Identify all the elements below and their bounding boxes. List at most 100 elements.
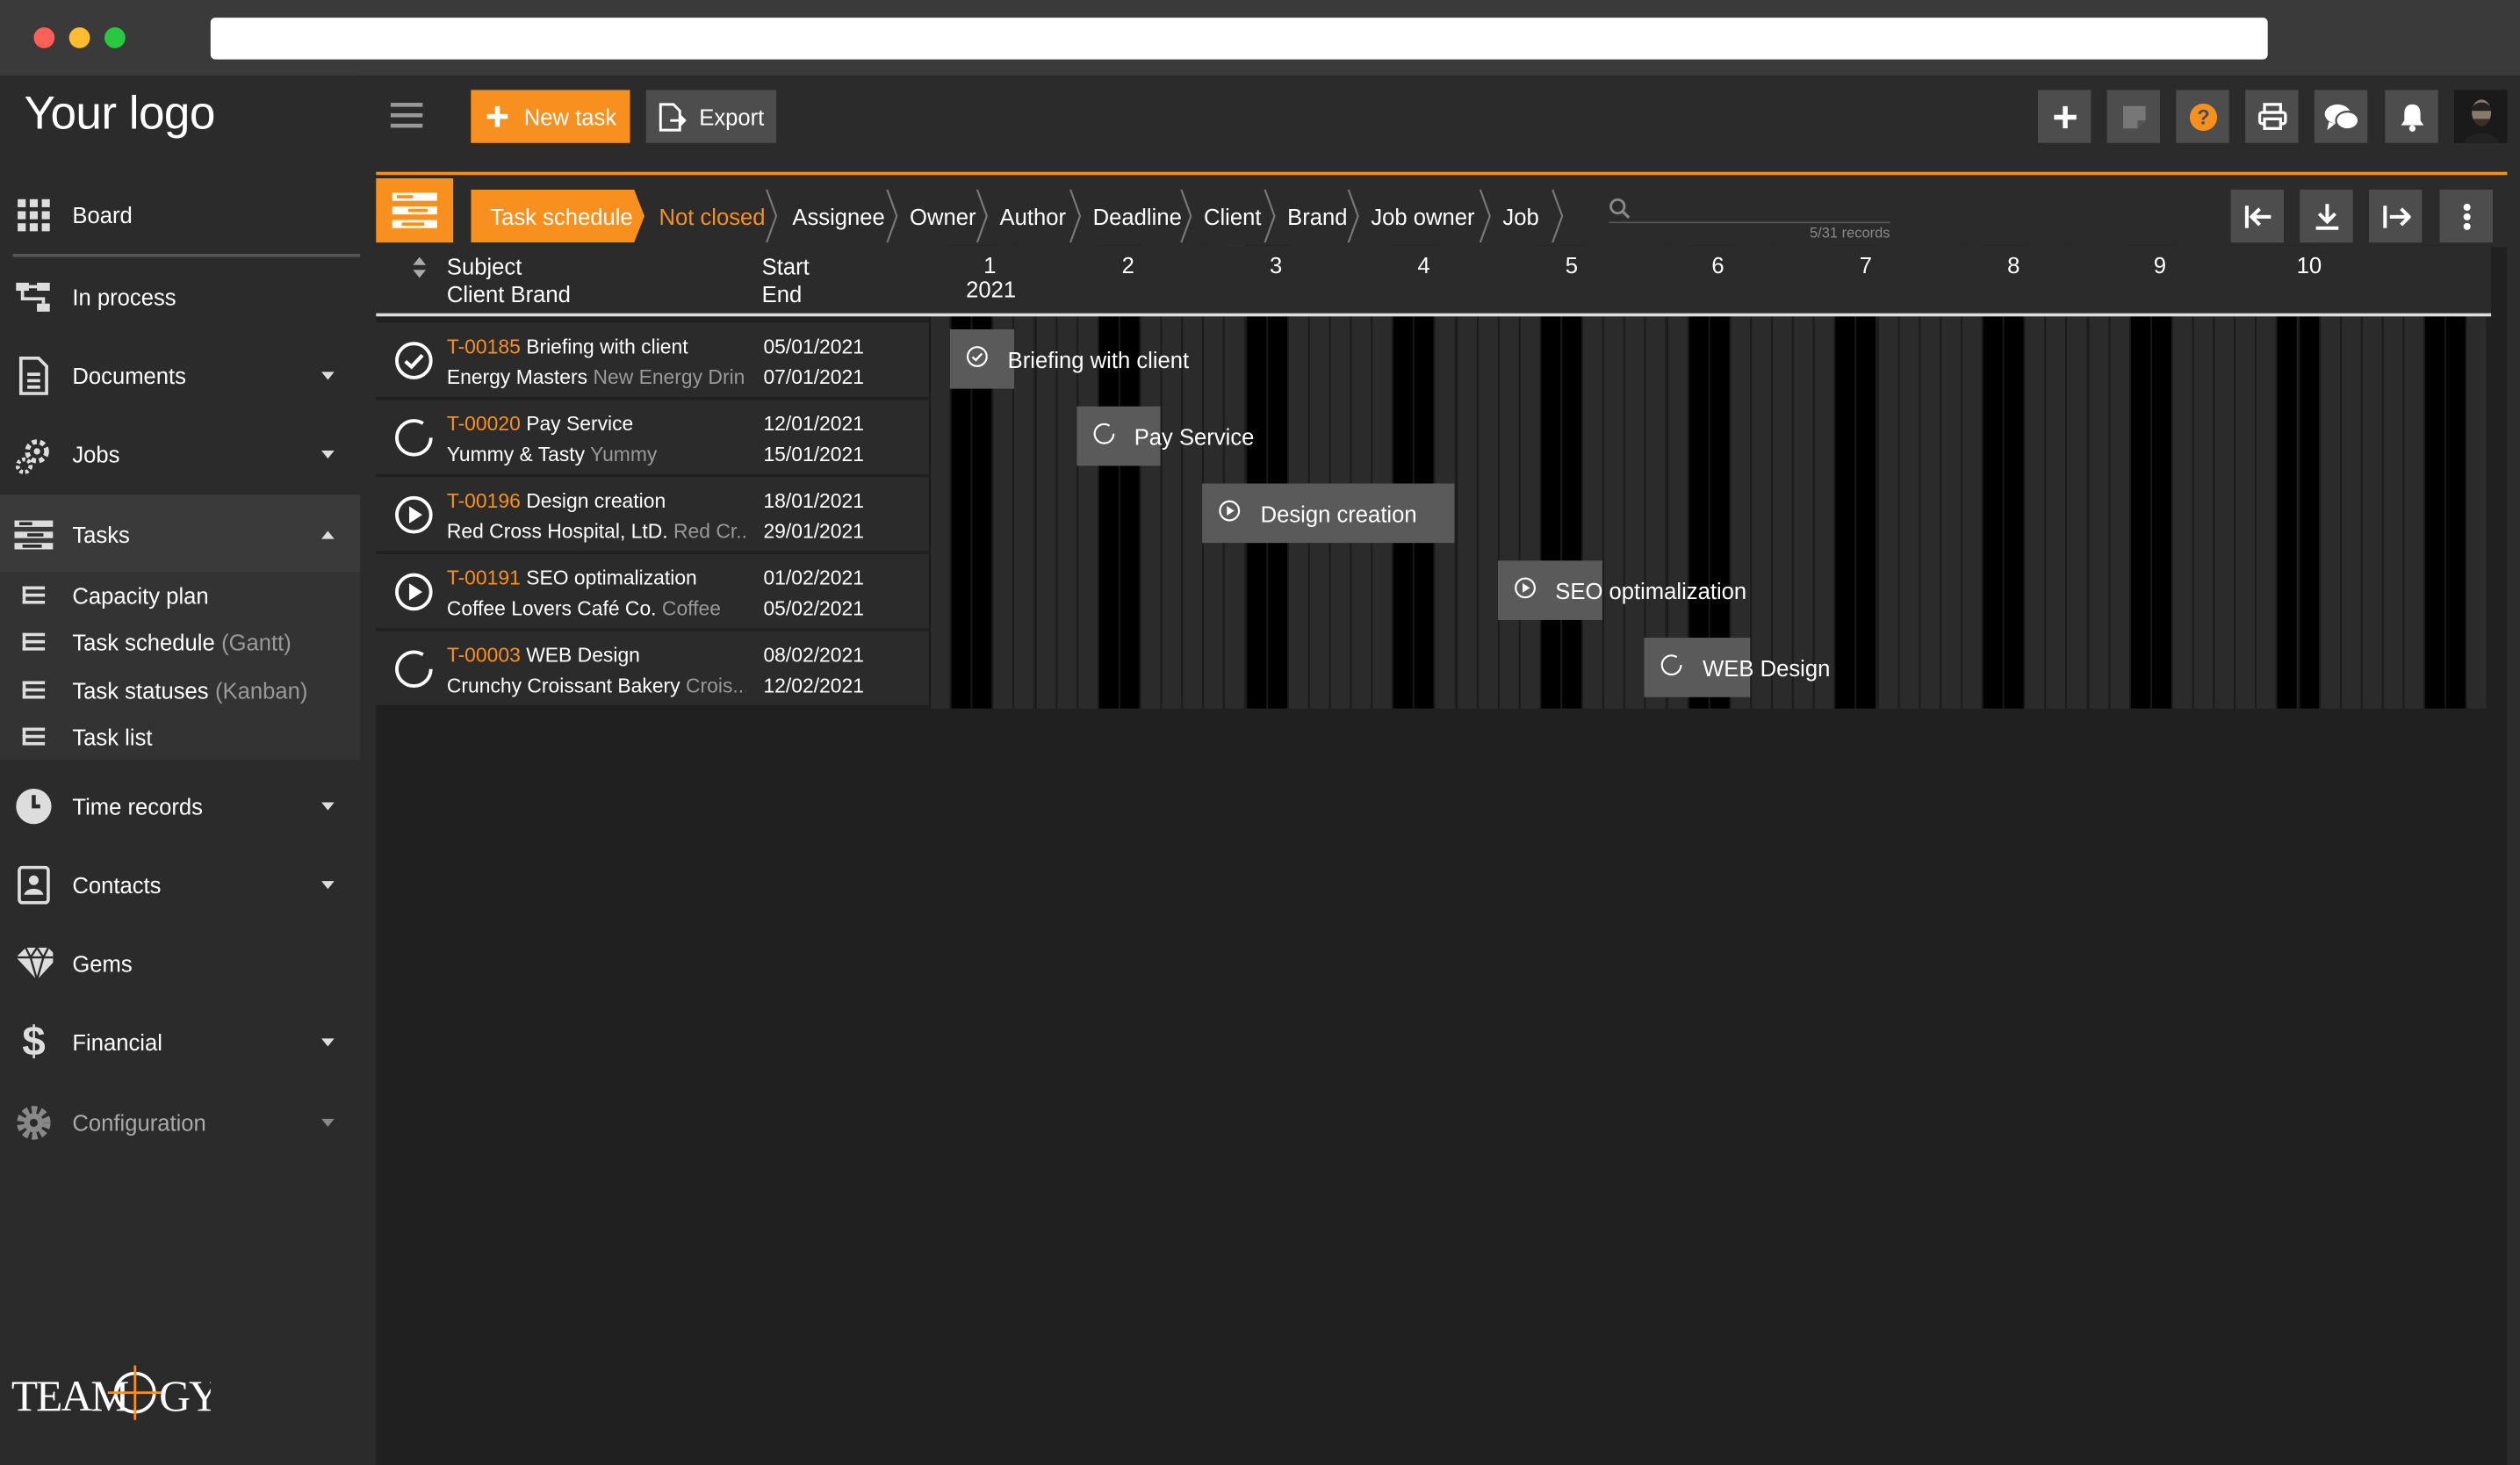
client-name: Coffee Lovers Café Co. <box>446 597 657 620</box>
print-button[interactable] <box>2245 90 2299 143</box>
sidebar-item-label: Board <box>72 201 133 227</box>
filter-crumb-job[interactable]: Job <box>1493 189 1564 243</box>
task-id-link[interactable]: T-00003 <box>447 644 521 667</box>
filter-crumb-assignee[interactable]: Assignee <box>782 189 898 243</box>
scroll-left-button[interactable] <box>2230 189 2284 243</box>
task-subject: Design creation <box>526 489 666 513</box>
diamond-icon <box>14 943 54 982</box>
week-label: 9 <box>2153 252 2167 278</box>
gantt-bar[interactable]: SEO optimalization <box>1497 560 1746 620</box>
status-done-icon[interactable] <box>393 341 434 381</box>
search-input[interactable] <box>1609 194 1890 224</box>
more-options-button[interactable] <box>2439 189 2493 243</box>
chevron-down-icon[interactable] <box>321 801 335 810</box>
status-running-icon[interactable] <box>393 572 434 612</box>
sidebar-item-tasks[interactable]: Tasks <box>0 494 361 574</box>
gantt-bar[interactable]: WEB Design <box>1645 638 1830 697</box>
task-client: Red Cross Hospital, LtD. Red Cr... <box>447 521 745 544</box>
sidebar-subitem-capacity-plan[interactable]: Capacity plan <box>0 572 360 618</box>
column-header-client-brand[interactable]: Client Brand <box>447 281 571 307</box>
client-name: Crunchy Croissant Bakery <box>446 675 680 697</box>
hamburger-menu-icon[interactable] <box>390 103 423 128</box>
maximize-window-button[interactable] <box>104 27 126 48</box>
close-window-button[interactable] <box>33 27 55 48</box>
filter-crumb-deadline[interactable]: Deadline <box>1084 189 1192 243</box>
help-button[interactable]: ? <box>2176 90 2229 143</box>
status-open-icon[interactable] <box>393 649 434 689</box>
filter-crumb-job-owner[interactable]: Job owner <box>1361 189 1491 243</box>
sidebar-item-in-process[interactable]: In process <box>0 257 360 336</box>
end-date: 15/01/2021 <box>763 443 864 466</box>
column-header-end[interactable]: End <box>762 281 803 307</box>
status-open-icon[interactable] <box>393 418 434 458</box>
add-button[interactable] <box>2037 90 2092 143</box>
sidebar-subitem-task-list[interactable]: Task list <box>0 713 360 760</box>
status-running-icon[interactable] <box>393 494 434 535</box>
download-button[interactable] <box>2300 189 2353 243</box>
view-switch-button[interactable] <box>376 178 454 243</box>
filter-crumb-client[interactable]: Client <box>1194 189 1276 243</box>
task-id-link[interactable]: T-00191 <box>447 567 521 590</box>
gantt-bar[interactable]: Design creation <box>1202 483 1456 544</box>
filter-crumb-label: Job <box>1502 203 1539 229</box>
export-button[interactable]: Export <box>645 90 777 143</box>
filter-crumb-not-closed[interactable]: Not closed <box>649 189 778 243</box>
download-icon <box>2315 203 2338 229</box>
sidebar-item-gems[interactable]: Gems <box>0 924 360 1003</box>
sidebar-subitem-task-schedule[interactable]: Task schedule (Gantt) <box>0 618 360 665</box>
notes-button[interactable] <box>2106 90 2161 143</box>
scroll-right-button[interactable] <box>2369 189 2423 243</box>
arrow-right-from-line-icon <box>2382 205 2410 227</box>
sort-icon[interactable] <box>413 256 427 278</box>
address-bar[interactable] <box>210 18 2268 60</box>
chevron-down-icon[interactable] <box>321 450 335 458</box>
view-tab-task-schedule[interactable]: Task schedule <box>471 189 644 243</box>
chevron-up-icon[interactable] <box>321 530 335 538</box>
start-date: 12/01/2021 <box>763 413 864 436</box>
printer-icon <box>2257 103 2286 130</box>
table-row[interactable]: T-00003 WEB Design Crunchy Croissant Bake… <box>376 631 929 707</box>
table-row[interactable]: T-00185 Briefing with client Energy Maste… <box>376 322 929 399</box>
table-row[interactable]: T-00191 SEO optimalization Coffee Lovers … <box>376 553 929 630</box>
filter-crumb-brand[interactable]: Brand <box>1278 189 1359 243</box>
chevron-down-icon[interactable] <box>321 1037 335 1046</box>
brand-name: New Energy Drink <box>593 365 746 389</box>
chevron-down-icon[interactable] <box>321 1117 335 1127</box>
new-task-button[interactable]: New task <box>471 90 630 143</box>
sidebar-item-documents[interactable]: Documents <box>0 336 360 415</box>
minimize-window-button[interactable] <box>68 27 90 48</box>
table-row[interactable]: T-00196 Design creation Red Cross Hospita… <box>376 477 929 553</box>
status-running-icon <box>1514 577 1546 604</box>
gantt-bar[interactable]: Pay Service <box>1076 406 1254 466</box>
task-client: Yummy & Tasty Yummy <box>447 444 745 466</box>
sidebar-item-contacts[interactable]: Contacts <box>0 845 360 924</box>
sidebar-item-configuration[interactable]: Configuration <box>0 1083 360 1162</box>
start-date: 08/02/2021 <box>763 644 864 667</box>
gantt-bar[interactable]: Briefing with client <box>949 328 1189 389</box>
export-icon <box>659 102 687 131</box>
sidebar-item-time-records[interactable]: Time records <box>0 766 360 845</box>
table-row[interactable]: T-00020 Pay Service Yummy & Tasty Yummy 12… <box>376 400 929 476</box>
sidebar-item-jobs[interactable]: Jobs <box>0 415 360 494</box>
task-subject: Briefing with client <box>526 336 688 358</box>
chat-icon <box>2323 103 2359 130</box>
sidebar-subitem-task-statuses[interactable]: Task statuses (Kanban) <box>0 667 360 713</box>
sidebar-item-label: Time records <box>72 792 203 819</box>
filter-crumb-author[interactable]: Author <box>990 189 1082 243</box>
user-avatar[interactable] <box>2454 90 2508 143</box>
status-open-icon <box>1092 422 1125 450</box>
task-id-link[interactable]: T-00196 <box>447 490 521 513</box>
column-header-start[interactable]: Start <box>762 254 810 279</box>
chevron-down-icon[interactable] <box>321 371 335 379</box>
task-id-link[interactable]: T-00185 <box>447 336 521 358</box>
chat-button[interactable] <box>2314 90 2368 143</box>
sidebar-item-label: Jobs <box>72 441 120 467</box>
task-id-link[interactable]: T-00020 <box>447 413 521 436</box>
column-header-subject[interactable]: Subject <box>447 254 522 279</box>
sidebar-item-board[interactable]: Board <box>0 175 360 254</box>
sidebar-item-financial[interactable]: $ Financial <box>0 1002 360 1081</box>
chevron-down-icon[interactable] <box>321 880 335 889</box>
notifications-button[interactable] <box>2385 90 2438 143</box>
filter-crumb-owner[interactable]: Owner <box>900 189 989 243</box>
sidebar-subitem-label: Task list <box>72 723 153 750</box>
